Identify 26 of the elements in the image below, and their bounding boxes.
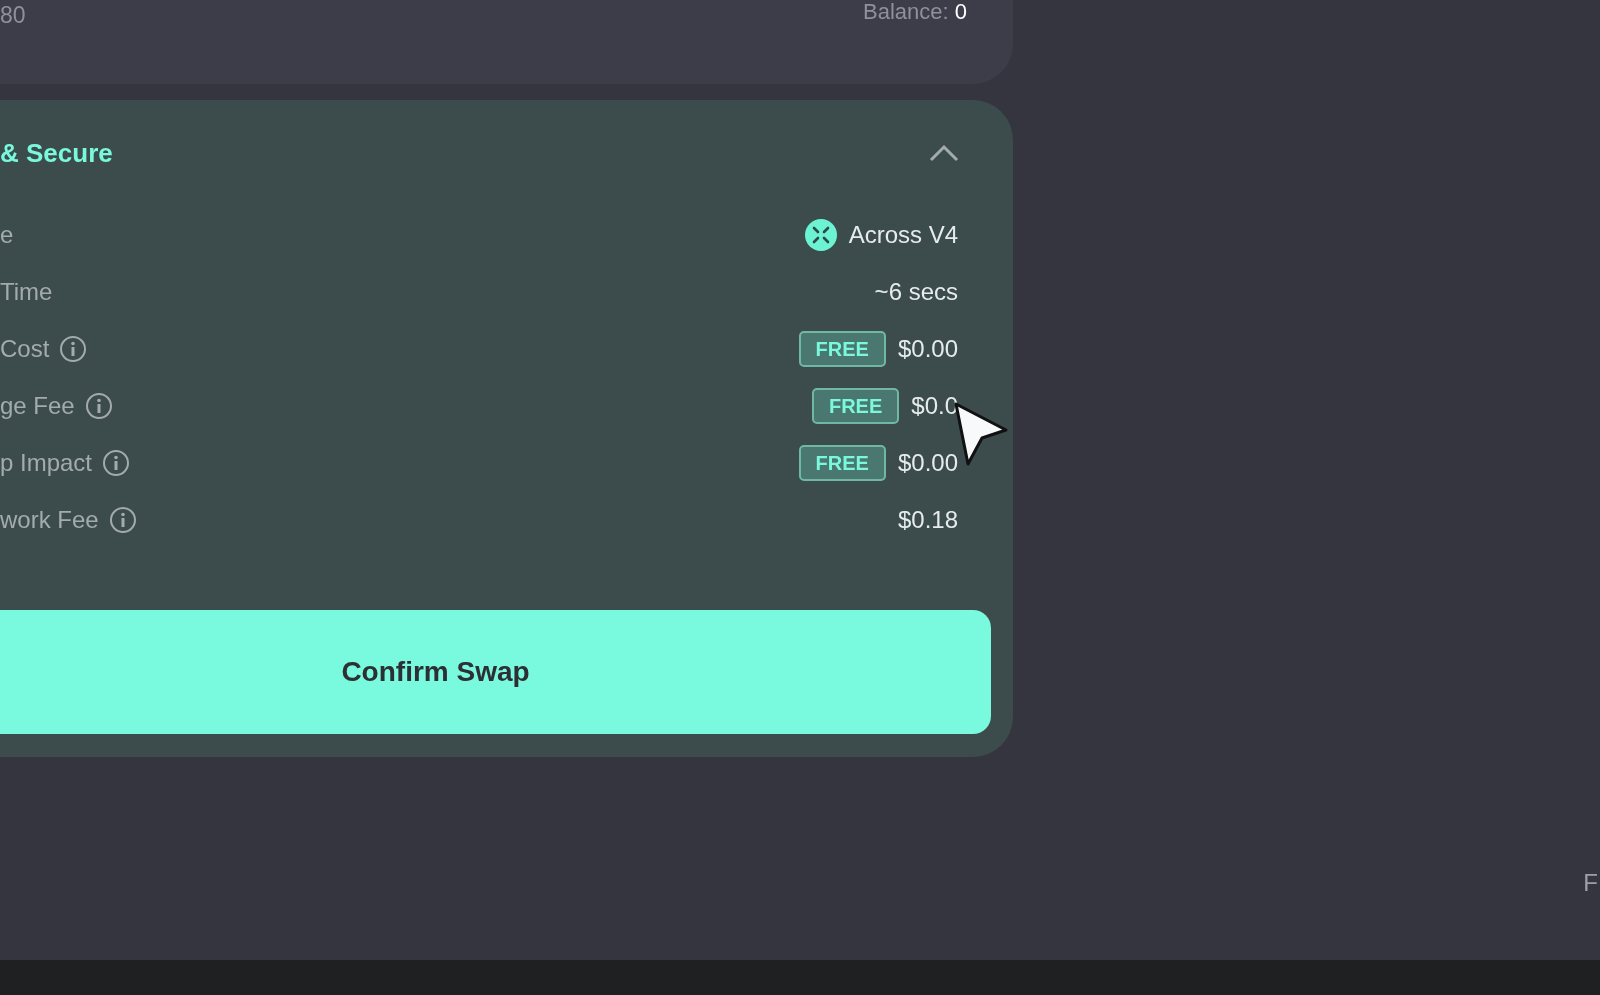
- panel-title: & Secure: [0, 136, 113, 170]
- info-icon[interactable]: [102, 448, 131, 477]
- amount-text: 80: [0, 4, 26, 30]
- row-value: $0.00: [897, 333, 958, 364]
- row-label: work Fee: [0, 504, 99, 535]
- row-label: Time: [0, 276, 53, 307]
- balance-text: Balance: 0: [863, 1, 967, 26]
- info-icon[interactable]: [59, 334, 88, 363]
- row-label: p Impact: [0, 447, 93, 478]
- row-value: $0.0: [911, 390, 958, 421]
- info-icon[interactable]: [108, 505, 137, 534]
- free-badge: FREE: [798, 444, 886, 481]
- free-badge: FREE: [798, 330, 886, 367]
- row-value: $0.00: [897, 447, 958, 478]
- free-badge: FREE: [811, 387, 900, 424]
- confirm-swap-button[interactable]: Confirm Swap: [0, 610, 991, 734]
- row-value: $0.18: [897, 504, 958, 535]
- collapse-icon[interactable]: [929, 144, 959, 162]
- row-label: e: [0, 219, 14, 250]
- row-label: Cost: [0, 333, 50, 364]
- footer-text: F: [1583, 868, 1598, 898]
- provider-logo-icon: [804, 218, 837, 251]
- row-label: ge Fee: [0, 390, 75, 421]
- info-icon[interactable]: [84, 391, 113, 420]
- row-value: ~6 secs: [874, 276, 958, 307]
- row-value: Across V4: [848, 219, 958, 250]
